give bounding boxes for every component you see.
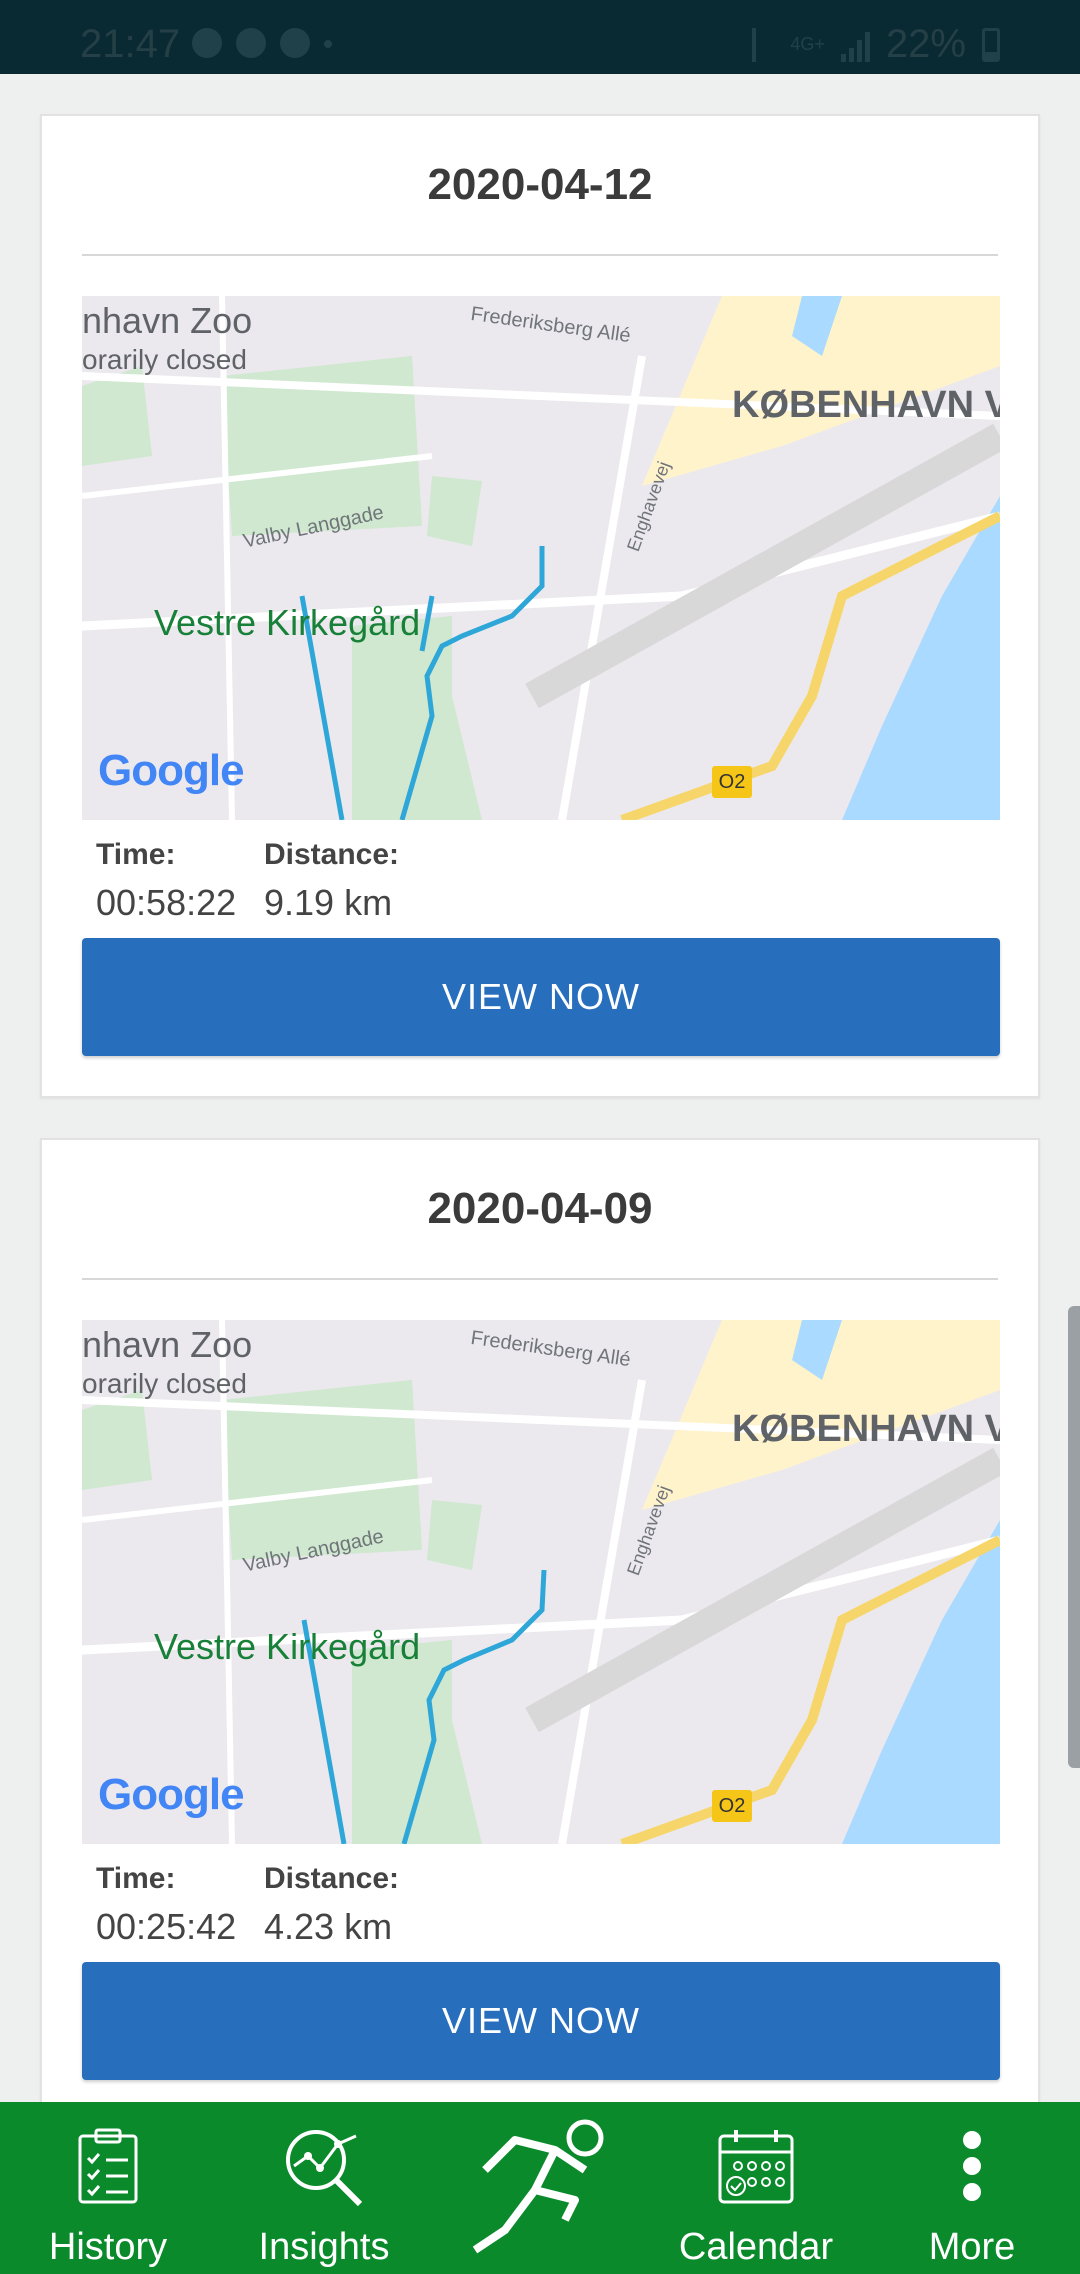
activity-date: 2020-04-09 [427,1184,653,1233]
road-badge: O2 [712,766,752,798]
runner-icon [472,2119,604,2254]
map-label-vestre: Vestre Kirkegård [154,602,421,643]
nav-label: Calendar [678,2226,834,2268]
time-stat: Time: 00:58:22 [96,838,236,924]
battery-icon [982,27,1000,62]
signal-icon [840,28,870,62]
distance-stat: Distance: 9.19 km [264,838,399,924]
clipboard-list-icon [78,2128,138,2204]
map-label-zoo: nhavn Zoo [82,300,253,341]
status-bar: 21:47 4G+ 22% [0,0,1080,74]
sync-icon [280,28,310,58]
status-time: 21:47 [80,22,181,66]
calendar-icon [718,2130,794,2204]
nav-item-run[interactable] [432,2102,648,2274]
distance-stat: Distance: 4.23 km [264,1862,399,1948]
nav-item-insights[interactable]: Insights [216,2102,432,2274]
notification-icons [192,28,332,58]
time-stat: Time: 00:25:42 [96,1862,236,1948]
route-map[interactable]: nhavn Zoo orarily closed Frederiksberg A… [82,296,1000,820]
app-notification-icon [236,28,266,58]
time-label: Time: [96,1862,176,1895]
road-badge: O2 [712,1790,752,1822]
google-logo: Google [98,1770,245,1819]
activity-card: 2020-04-09 nhavn Zoo orarily closed Fred… [40,1138,1040,2138]
map-label-closed: orarily closed [82,344,247,375]
more-notifications-icon [324,40,332,48]
more-vertical-icon [963,2131,981,2201]
time-value: 00:25:42 [96,1906,237,1947]
nav-item-calendar[interactable]: Calendar [648,2102,864,2274]
nav-label: History [48,2226,168,2268]
scrollbar[interactable] [1068,1306,1080,1768]
nav-item-history[interactable]: History [0,2102,216,2274]
magnifier-chart-icon [286,2130,363,2207]
distance-value: 9.19 km [264,882,393,923]
map-label-zoo: nhavn Zoo [82,1324,253,1365]
battery-percent: 22% [885,22,966,66]
map-label-kobenhavn: KØBENHAVN V [732,1408,1000,1450]
divider [82,254,998,256]
map-label-closed: orarily closed [82,1368,247,1399]
system-icons: 4G+ 22% [752,22,1000,67]
bluetooth-icon [752,27,774,62]
activity-card: 2020-04-12 nhavn Zoo orarily closed Fred… [40,114,1040,1098]
time-value: 00:58:22 [96,882,237,923]
network-type: 4G+ [790,34,825,54]
nav-item-more[interactable]: More [864,2102,1080,2274]
time-label: Time: [96,838,176,871]
view-now-button[interactable]: VIEW NOW [82,1962,1000,2080]
nav-label: Insights [258,2226,390,2268]
view-now-button[interactable]: VIEW NOW [82,938,1000,1056]
map-label-vestre: Vestre Kirkegård [154,1626,421,1667]
distance-label: Distance: [264,1862,400,1895]
distance-label: Distance: [264,838,400,871]
messenger-icon [192,28,222,58]
nav-label: More [928,2226,1016,2268]
map-label-kobenhavn: KØBENHAVN V [732,384,1000,426]
distance-value: 4.23 km [264,1906,393,1947]
route-map[interactable]: nhavn Zoo orarily closed Frederiksberg A… [82,1320,1000,1844]
google-logo: Google [98,746,245,795]
activity-date: 2020-04-12 [427,160,653,209]
bottom-nav: History Insights Calendar More [0,2102,1080,2274]
divider [82,1278,998,1280]
